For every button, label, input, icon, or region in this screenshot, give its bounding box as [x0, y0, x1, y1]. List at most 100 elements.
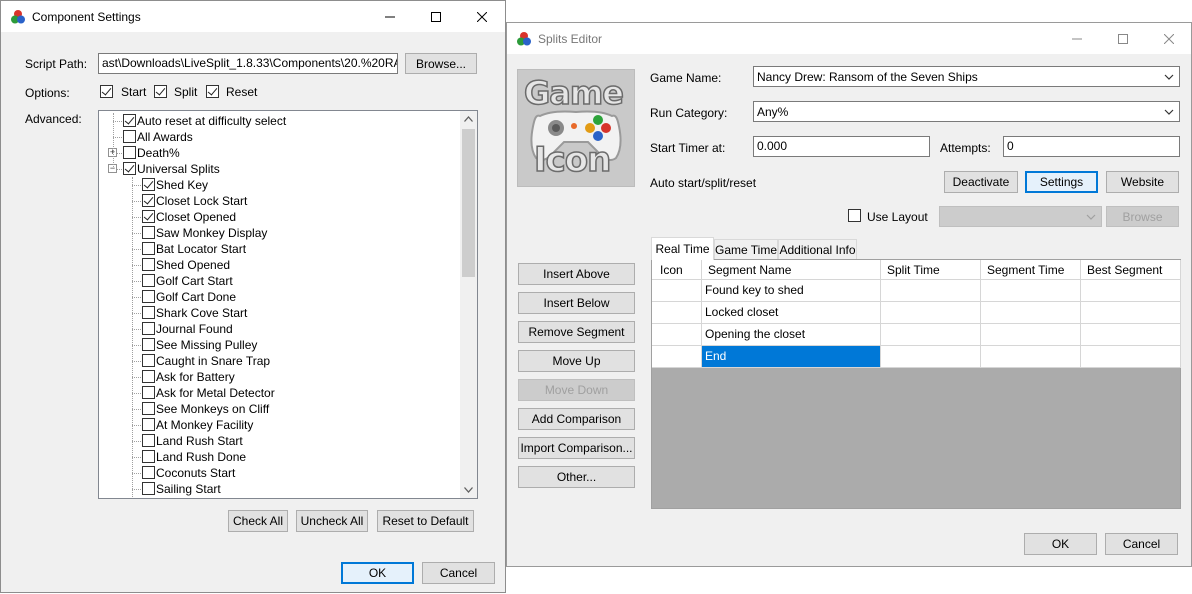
split-checkbox[interactable] — [154, 85, 167, 98]
cell-split-time[interactable] — [881, 324, 981, 346]
tree-item[interactable]: Saw Monkey Display — [142, 225, 267, 241]
advanced-settings-tree[interactable]: Auto reset at difficulty select All Award… — [98, 110, 478, 499]
tree-item-checkbox[interactable] — [142, 402, 155, 416]
tree-item-checkbox[interactable] — [142, 418, 155, 432]
scroll-down-icon[interactable] — [464, 487, 473, 493]
browse-button[interactable]: Browse... — [405, 53, 477, 74]
reset-checkbox[interactable] — [206, 85, 219, 98]
cell-icon[interactable] — [652, 324, 702, 346]
tree-item-checkbox[interactable] — [142, 386, 155, 400]
tree-item[interactable]: Auto reset at difficulty select — [123, 113, 286, 129]
scroll-up-icon[interactable] — [464, 116, 473, 122]
check-all-button[interactable]: Check All — [228, 510, 288, 532]
tree-item-checkbox[interactable] — [142, 338, 155, 352]
close-button[interactable] — [459, 1, 505, 32]
cell-icon[interactable] — [652, 280, 702, 302]
cell-segment-name[interactable]: Found key to shed — [702, 280, 881, 302]
title-bar[interactable]: Component Settings — [1, 1, 505, 32]
cell-best-segment[interactable] — [1081, 280, 1181, 302]
tree-item[interactable]: See Monkeys on Cliff — [142, 401, 269, 417]
tree-item-checkbox[interactable] — [142, 194, 155, 208]
scrollbar-thumb[interactable] — [462, 129, 475, 277]
cell-best-segment[interactable] — [1081, 302, 1181, 324]
tree-item[interactable]: Shark Cove Start — [142, 305, 247, 321]
cell-segment-name[interactable]: Opening the closet — [702, 324, 881, 346]
minimize-button[interactable] — [367, 1, 413, 32]
tree-item-checkbox[interactable] — [142, 450, 155, 464]
tree-item[interactable]: Caught in Snare Trap — [142, 353, 270, 369]
tree-item-checkbox[interactable] — [142, 370, 155, 384]
option-split[interactable]: Split — [154, 84, 204, 100]
layout-browse-button[interactable]: Browse — [1106, 206, 1179, 227]
cell-segment-time[interactable] — [981, 346, 1081, 368]
tree-item-checkbox[interactable] — [142, 322, 155, 336]
tree-item[interactable]: Journal Found — [142, 321, 233, 337]
column-header-segment-time[interactable]: Segment Time — [981, 260, 1081, 280]
tab-additional-info[interactable]: Additional Info — [778, 239, 857, 259]
tree-item[interactable]: Death% — [123, 145, 180, 161]
cell-best-segment[interactable] — [1081, 346, 1181, 368]
cell-segment-name[interactable]: End — [702, 346, 881, 368]
tree-item[interactable]: Land Rush Start — [142, 433, 243, 449]
website-button[interactable]: Website — [1106, 171, 1179, 193]
tree-item[interactable]: Closet Opened — [142, 209, 236, 225]
ok-button[interactable]: OK — [341, 562, 414, 584]
column-header-split-time[interactable]: Split Time — [881, 260, 981, 280]
tree-item[interactable]: Golf Cart Done — [142, 289, 236, 305]
tree-item-checkbox[interactable] — [123, 114, 136, 128]
editor-ok-button[interactable]: OK — [1024, 533, 1097, 555]
tree-item-checkbox[interactable] — [123, 162, 136, 176]
tree-item[interactable]: See Missing Pulley — [142, 337, 257, 353]
close-button[interactable] — [1146, 23, 1192, 54]
tree-item[interactable]: Closet Lock Start — [142, 193, 247, 209]
cell-segment-time[interactable] — [981, 302, 1081, 324]
tree-item[interactable]: Shed Opened — [142, 257, 230, 273]
tree-item[interactable]: At Monkey Facility — [142, 417, 253, 433]
editor-cancel-button[interactable]: Cancel — [1105, 533, 1178, 555]
tree-item[interactable]: Golf Cart Start — [142, 273, 233, 289]
cell-segment-time[interactable] — [981, 280, 1081, 302]
tree-item-checkbox[interactable] — [142, 274, 155, 288]
deactivate-button[interactable]: Deactivate — [944, 171, 1018, 193]
tree-item[interactable]: Coconuts Start — [142, 465, 235, 481]
insert-above-button[interactable]: Insert Above — [518, 263, 635, 285]
column-header-best-segment[interactable]: Best Segment — [1081, 260, 1181, 280]
tree-item-checkbox[interactable] — [142, 466, 155, 480]
tree-item-checkbox[interactable] — [142, 306, 155, 320]
cell-icon[interactable] — [652, 346, 702, 368]
tree-item-checkbox[interactable] — [123, 146, 136, 160]
tree-item-checkbox[interactable] — [142, 226, 155, 240]
minimize-button[interactable] — [1054, 23, 1100, 54]
cell-split-time[interactable] — [881, 280, 981, 302]
move-up-button[interactable]: Move Up — [518, 350, 635, 372]
cancel-button[interactable]: Cancel — [422, 562, 495, 584]
tree-item-checkbox[interactable] — [142, 258, 155, 272]
other-button[interactable]: Other... — [518, 466, 635, 488]
tree-item-checkbox[interactable] — [123, 130, 136, 144]
tree-item[interactable]: Ask for Metal Detector — [142, 385, 275, 401]
import-comparison-button[interactable]: Import Comparison... — [518, 437, 635, 459]
maximize-button[interactable] — [413, 1, 459, 32]
game-icon-box[interactable]: Game Icon — [517, 69, 635, 187]
column-header-segment-name[interactable]: Segment Name — [702, 260, 881, 280]
tab-game-time[interactable]: Game Time — [714, 239, 778, 259]
insert-below-button[interactable]: Insert Below — [518, 292, 635, 314]
tree-item[interactable]: Shed Key — [142, 177, 208, 193]
start-timer-field[interactable]: 0.000 — [753, 136, 930, 157]
tree-item-checkbox[interactable] — [142, 482, 155, 496]
cell-segment-name[interactable]: Locked closet — [702, 302, 881, 324]
tree-item-checkbox[interactable] — [142, 290, 155, 304]
start-checkbox[interactable] — [100, 85, 113, 98]
option-reset[interactable]: Reset — [206, 84, 266, 100]
reset-to-default-button[interactable]: Reset to Default — [377, 510, 474, 532]
tree-item-checkbox[interactable] — [142, 354, 155, 368]
cell-best-segment[interactable] — [1081, 324, 1181, 346]
add-comparison-button[interactable]: Add Comparison — [518, 408, 635, 430]
tree-item[interactable]: Ask for Battery — [142, 369, 235, 385]
run-category-combo[interactable]: Any% — [753, 101, 1180, 122]
title-bar[interactable]: Splits Editor — [507, 23, 1191, 54]
maximize-button[interactable] — [1100, 23, 1146, 54]
cell-icon[interactable] — [652, 302, 702, 324]
option-start[interactable]: Start — [100, 84, 160, 100]
tab-real-time[interactable]: Real Time — [651, 237, 714, 260]
